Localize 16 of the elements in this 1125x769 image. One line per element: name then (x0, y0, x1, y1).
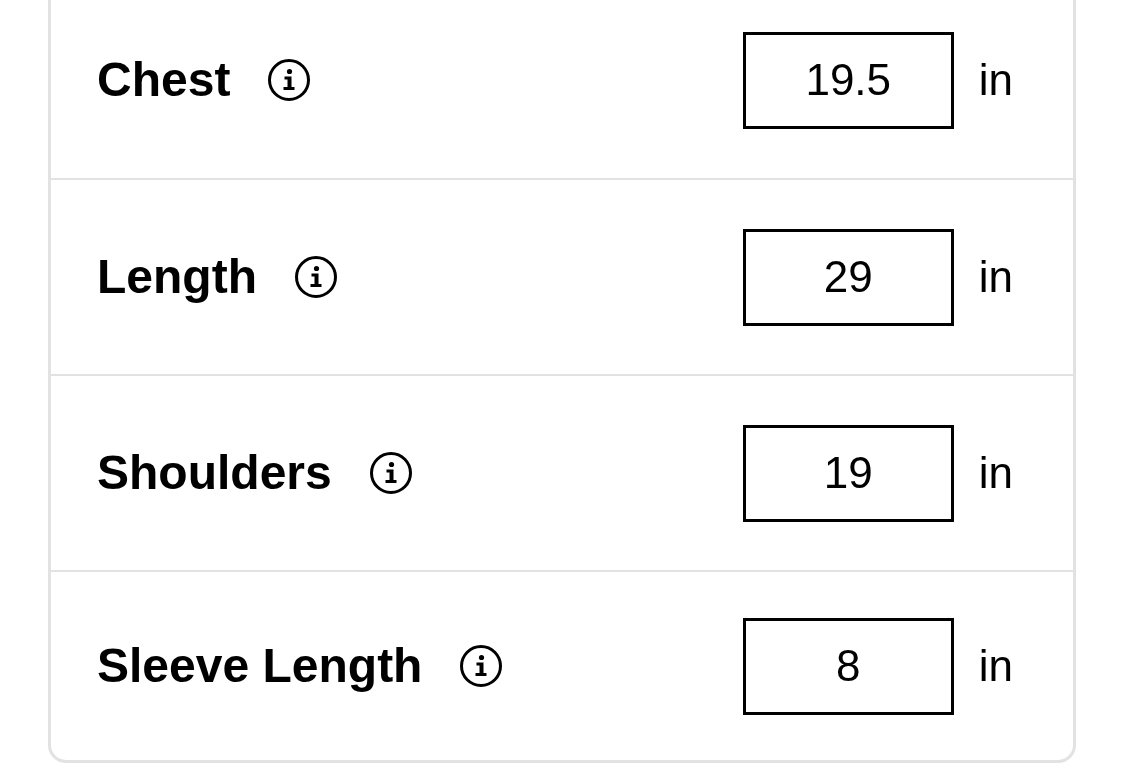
measurement-input[interactable]: 29 (742, 228, 954, 326)
unit-label: in (978, 644, 1013, 688)
info-icon[interactable] (460, 645, 503, 687)
info-icon[interactable] (268, 59, 311, 101)
measurement-input[interactable]: 8 (742, 617, 954, 715)
unit-label: in (978, 58, 1013, 102)
unit-label: in (978, 451, 1013, 495)
measurement-label: Chest (97, 56, 231, 104)
measurement-input[interactable]: 19 (742, 424, 954, 522)
measurement-input[interactable]: 19.5 (742, 31, 954, 129)
info-icon[interactable] (294, 256, 337, 298)
measurement-label: Length (97, 253, 257, 301)
measurement-label: Sleeve Length (97, 642, 423, 690)
measurement-label: Shoulders (97, 449, 332, 497)
unit-label: in (978, 255, 1013, 299)
info-icon[interactable] (369, 452, 412, 494)
